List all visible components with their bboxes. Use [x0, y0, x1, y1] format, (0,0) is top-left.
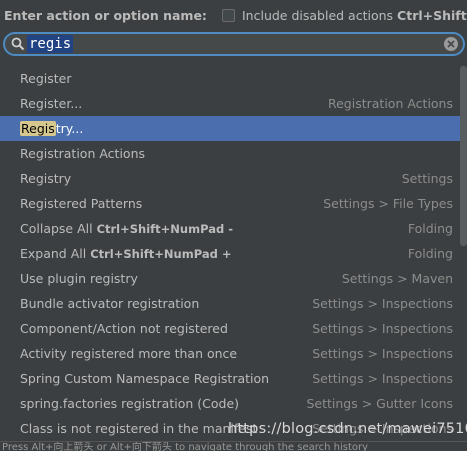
item-group: Settings > Gutter Icons [306, 396, 453, 411]
list-item[interactable]: Spring Custom Namespace Registration Set… [0, 366, 460, 391]
item-name: Bundle activator registration [20, 296, 200, 311]
match-highlight: Regis [20, 121, 56, 136]
list-item-selected[interactable]: Registry... [0, 116, 460, 141]
item-name: Expand All Ctrl+Shift+NumPad + [20, 246, 232, 261]
item-name: Component/Action not registered [20, 321, 228, 336]
list-item[interactable]: Expand All Ctrl+Shift+NumPad + Folding [0, 241, 460, 266]
hint-text: Press Alt+向上箭头 or Alt+向下箭头 to navigate t… [2, 442, 369, 451]
list-item[interactable]: Registered Patterns Settings > File Type… [0, 191, 460, 216]
item-shortcut: Ctrl+Shift+NumPad + [90, 247, 232, 261]
clear-search-icon[interactable] [443, 36, 459, 52]
include-disabled-toggle[interactable]: Include disabled actions Ctrl+Shift+A [222, 8, 467, 23]
list-item[interactable]: Registry Settings [0, 166, 460, 191]
list-item[interactable]: Bundle activator registration Settings >… [0, 291, 460, 316]
list-item[interactable]: Collapse All Ctrl+Shift+NumPad - Folding [0, 216, 460, 241]
list-item[interactable]: Registration Actions [0, 141, 460, 166]
item-group: Settings > File Types [323, 196, 453, 211]
action-results-list: Register Register... Registration Action… [0, 66, 467, 441]
list-item[interactable]: Activity registered more than once Setti… [0, 341, 460, 366]
search-icon [11, 37, 25, 51]
item-group: Folding [407, 221, 453, 236]
dialog-header: Enter action or option name: Include dis… [0, 0, 467, 32]
search-input[interactable]: regis [27, 35, 74, 53]
item-group: Registration Actions [327, 96, 453, 111]
watermark: https://blog.csdn.net/mawei7510 [228, 421, 467, 437]
list-scrollbar[interactable] [460, 66, 467, 246]
item-name: Registry [20, 171, 72, 186]
item-group: Settings > Inspections [312, 321, 453, 336]
item-name: Register [20, 71, 72, 86]
include-disabled-label[interactable]: Include disabled actions Ctrl+Shift+A [242, 8, 467, 23]
header-title: Enter action or option name: [4, 8, 207, 23]
item-name: Use plugin registry [20, 271, 138, 286]
item-name: Registry... [20, 121, 84, 136]
item-name: Activity registered more than once [20, 346, 238, 361]
item-name: Spring Custom Namespace Registration [20, 371, 270, 386]
item-group: Settings [401, 171, 453, 186]
shortcut-label: Ctrl+Shift+A [397, 8, 467, 23]
item-name: spring.factories registration (Code) [20, 396, 240, 411]
list-item[interactable]: Component/Action not registered Settings… [0, 316, 460, 341]
item-name: Collapse All Ctrl+Shift+NumPad - [20, 221, 233, 236]
include-disabled-checkbox[interactable] [222, 9, 235, 22]
item-shortcut: Ctrl+Shift+NumPad - [96, 222, 233, 236]
list-item[interactable]: Register... Registration Actions [0, 91, 460, 116]
item-group: Folding [407, 246, 453, 261]
list-item[interactable]: Register [0, 66, 460, 91]
item-name: Class is not registered in the manifest [20, 421, 258, 436]
item-group: Settings > Inspections [312, 371, 453, 386]
list-item[interactable]: spring.factories registration (Code) Set… [0, 391, 460, 416]
item-group: Settings > Inspections [312, 346, 453, 361]
item-group: Settings > Maven [341, 271, 453, 286]
item-name: Registered Patterns [20, 196, 143, 211]
item-name: Register... [20, 96, 83, 111]
search-field[interactable]: regis [3, 32, 465, 56]
list-item[interactable]: Use plugin registry Settings > Maven [0, 266, 460, 291]
item-group: Settings > Inspections [312, 296, 453, 311]
status-hint: Press Alt+向上箭头 or Alt+向下箭头 to navigate t… [0, 441, 467, 451]
item-name: Registration Actions [20, 146, 146, 161]
